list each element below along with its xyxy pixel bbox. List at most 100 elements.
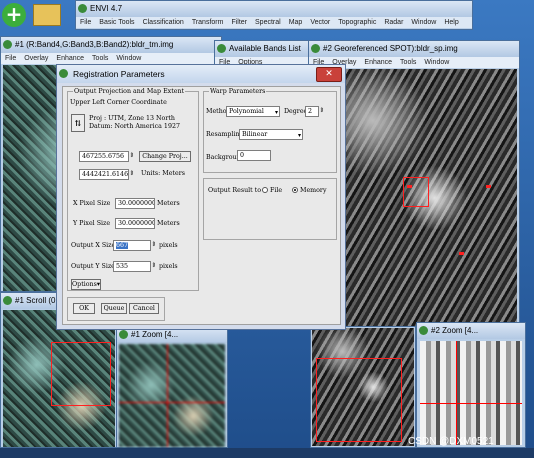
x-pixel-size-field[interactable]: 30.00000000 [115, 198, 155, 209]
menu-enhance[interactable]: Enhance [52, 55, 88, 62]
desktop-icon-folder[interactable] [33, 4, 61, 26]
zoom-window-1-title: #1 Zoom [4... [131, 330, 179, 339]
scroll-viewport-box[interactable] [316, 358, 402, 442]
image-window-1-title-bar: #1 (R:Band4,G:Band3,B:Band2):bldr_tm.img [1, 37, 221, 53]
method-value: Polynomial [229, 108, 264, 115]
desktop-icon-add[interactable]: + [2, 3, 26, 27]
crosshair-vertical [456, 341, 457, 445]
menu-overlay[interactable]: Overlay [20, 55, 52, 62]
menu-map[interactable]: Map [285, 19, 307, 26]
y-coordinate-spin-icon: ⇕ [129, 170, 135, 177]
x-coordinate-field[interactable]: 467255.6756 [79, 151, 129, 162]
x-coordinate-spin-icon: ⇕ [129, 152, 135, 159]
output-x-spin-icon[interactable]: ⇕ [151, 241, 156, 248]
dropdown-arrow-icon: ▾ [297, 132, 301, 139]
envi-menu-bar: File Basic Tools Classification Transform Fi… [76, 17, 472, 28]
menu-classification[interactable]: Classification [139, 19, 188, 26]
zoom-window-2-title-bar: #2 Zoom [4... [417, 323, 525, 339]
envi-title: ENVI 4.7 [90, 4, 123, 13]
file-radio[interactable] [262, 187, 268, 193]
options-menu-button[interactable]: Options▾ [71, 279, 101, 290]
envi-logo-icon [78, 4, 87, 13]
method-select[interactable]: Polynomial ▾ [226, 106, 280, 117]
y-coordinate-field[interactable]: 4442421.6146 [79, 169, 129, 180]
menu-spectral[interactable]: Spectral [251, 19, 285, 26]
scroll-window-2 [310, 326, 416, 448]
y-pixel-size-field[interactable]: 30.00000000 [115, 218, 155, 229]
output-y-spin-icon[interactable]: ⇕ [151, 262, 156, 269]
menu-radar[interactable]: Radar [380, 19, 407, 26]
menu-file[interactable]: File [76, 19, 95, 26]
crosshair-vertical [167, 344, 168, 447]
change-proj-button[interactable]: Change Proj... [139, 151, 191, 162]
window-icon [217, 44, 226, 53]
menu-topographic[interactable]: Topographic [334, 19, 380, 26]
window-icon [3, 296, 12, 305]
menu-window[interactable]: Window [112, 55, 145, 62]
menu-window[interactable]: Window [420, 59, 453, 66]
output-y-units: pixels [159, 263, 178, 270]
menu-window[interactable]: Window [407, 19, 440, 26]
menu-vector[interactable]: Vector [306, 19, 334, 26]
menu-filter[interactable]: Filter [227, 19, 251, 26]
envi-main-window: ENVI 4.7 File Basic Tools Classification Tr… [75, 0, 473, 30]
queue-button[interactable]: Queue [101, 303, 127, 314]
degree-field[interactable]: 2 [305, 106, 319, 117]
window-icon [311, 44, 320, 53]
dropdown-arrow-icon: ▾ [274, 109, 278, 116]
scroll-display-1[interactable] [3, 310, 115, 447]
projection-text: Proj : UTM, Zone 13 North [89, 115, 175, 122]
scroll-viewport-box[interactable] [51, 342, 111, 406]
gcp-marker [407, 185, 412, 188]
taskbar [0, 448, 534, 458]
output-projection-group-label: Output Projection and Map Extent [73, 88, 186, 95]
resampling-label: Resampling [206, 131, 244, 138]
image-window-2-title: #2 Georeferenced SPOT):bldr_sp.img [323, 44, 458, 53]
window-icon [419, 326, 428, 335]
scroll-display-2[interactable] [312, 328, 414, 446]
menu-basic-tools[interactable]: Basic Tools [95, 19, 138, 26]
x-pixel-units: Meters [157, 200, 180, 207]
y-pixel-size-label: Y Pixel Size [73, 220, 111, 227]
menu-file[interactable]: File [1, 55, 20, 62]
options-label: Options [72, 281, 97, 288]
watermark: CSDN @DXM0521 [408, 436, 494, 447]
memory-radio[interactable] [292, 187, 298, 193]
cancel-button[interactable]: Cancel [129, 303, 159, 314]
background-field[interactable]: 0 [237, 150, 271, 161]
datum-text: Datum: North America 1927 [89, 123, 180, 130]
output-x-size-field[interactable]: 667 [113, 240, 151, 251]
ok-button[interactable]: OK [73, 303, 95, 314]
close-button[interactable]: ✕ [316, 67, 342, 82]
zoom-window-2-title: #2 Zoom [4... [431, 326, 479, 335]
crosshair-horizontal [119, 402, 225, 403]
memory-radio-label: Memory [300, 187, 327, 194]
image-window-1-menu: File Overlay Enhance Tools Window [1, 53, 221, 64]
output-y-size-field[interactable]: 535 [113, 261, 151, 272]
dialog-title-bar: Registration Parameters [57, 65, 345, 83]
x-pixel-size-label: X Pixel Size [73, 200, 111, 207]
toggle-coordinate-button[interactable]: ⇅ [71, 114, 85, 132]
menu-transform[interactable]: Transform [188, 19, 228, 26]
upper-left-coordinate-label: Upper Left Corner Coordinate [70, 99, 167, 106]
menu-enhance[interactable]: Enhance [360, 59, 396, 66]
output-result-label: Output Result to [208, 187, 261, 194]
resampling-select[interactable]: Bilinear ▾ [239, 129, 303, 140]
zoom-box[interactable] [403, 177, 429, 207]
dialog-body: Output Projection and Map Extent Upper L… [62, 86, 341, 325]
menu-tools[interactable]: Tools [88, 55, 112, 62]
zoom-display-2[interactable] [420, 341, 522, 445]
zoom-window-2: #2 Zoom [4... [416, 322, 526, 448]
y-pixel-units: Meters [157, 220, 180, 227]
zoom-window-1: #1 Zoom [4... [116, 326, 228, 448]
output-x-units: pixels [159, 242, 178, 249]
file-radio-label: File [270, 187, 283, 194]
menu-help[interactable]: Help [440, 19, 462, 26]
degree-spin-icon[interactable]: ⇕ [319, 107, 324, 114]
output-y-size-label: Output Y Size [71, 263, 115, 270]
menu-tools[interactable]: Tools [396, 59, 420, 66]
units-label: Units: Meters [141, 170, 185, 177]
crosshair-horizontal [420, 403, 522, 404]
zoom-display-1[interactable] [119, 344, 225, 447]
output-x-size-value: 667 [116, 242, 129, 249]
